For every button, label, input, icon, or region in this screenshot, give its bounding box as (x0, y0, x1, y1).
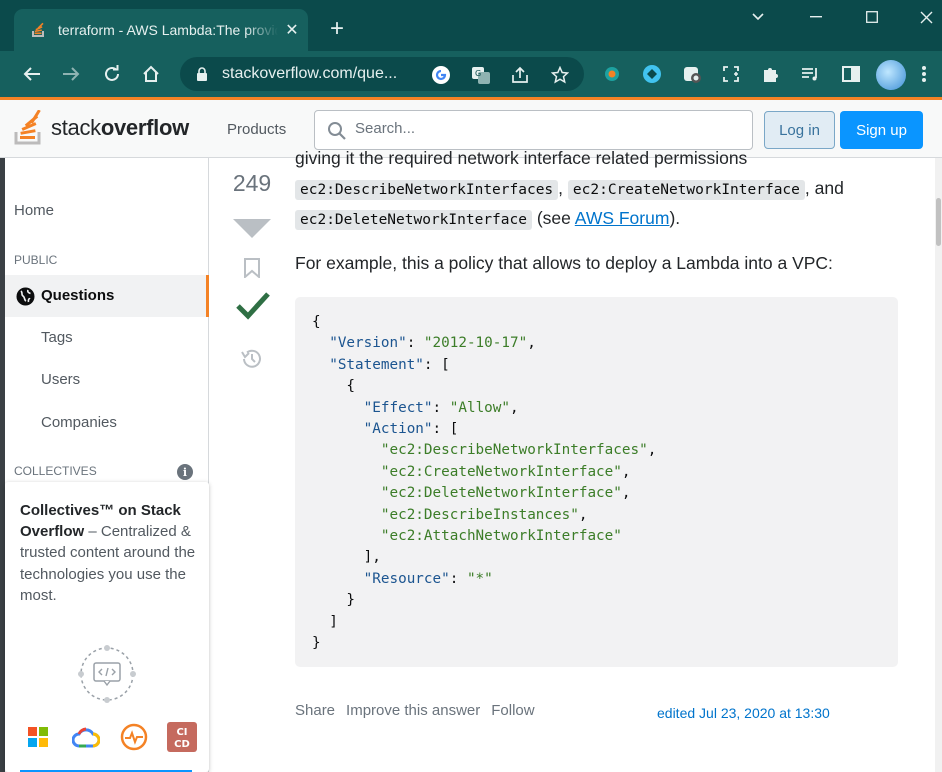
extension-diamond-icon[interactable] (642, 64, 662, 84)
answer-paragraph-example: For example, this a policy that allows t… (295, 253, 833, 273)
microsoft-logo-icon[interactable] (23, 722, 53, 752)
stackoverflow-logo-icon (14, 110, 41, 145)
bookmark-icon[interactable] (243, 258, 261, 283)
follow-link[interactable]: Follow (491, 702, 534, 719)
side-panel-icon[interactable] (841, 64, 861, 84)
inline-code: ec2:DeleteNetworkInterface (295, 210, 532, 230)
log-in-button[interactable]: Log in (764, 111, 835, 149)
forward-arrow-icon[interactable] (59, 62, 83, 86)
browser-tab-active[interactable]: terraform - AWS Lambda:The provided exec… (14, 9, 308, 51)
svg-text:CD: CD (174, 739, 190, 750)
search-box[interactable] (314, 110, 753, 150)
nav-questions-label: Questions (41, 287, 115, 304)
inline-code: ec2:DescribeNetworkInterfaces (295, 180, 559, 200)
stackoverflow-logo[interactable]: stackoverflow (13, 110, 189, 146)
aws-forum-link[interactable]: AWS Forum (575, 208, 670, 228)
vote-count: 249 (232, 170, 272, 196)
tab-title: terraform - AWS Lambda:The provided exec… (58, 22, 278, 38)
tab-search-dropdown-icon[interactable] (746, 5, 770, 29)
browser-menu-icon[interactable] (914, 64, 934, 84)
policy-code-block[interactable]: { "Version": "2012-10-17", "Statement": … (295, 297, 898, 667)
accepted-checkmark-icon (236, 290, 270, 325)
bookmark-star-icon[interactable] (550, 65, 570, 85)
edited-timestamp-link[interactable]: edited Jul 23, 2020 at 13:30 (657, 705, 830, 721)
reload-icon[interactable] (100, 62, 124, 86)
collectives-promo-text: Collectives™ on Stack Overflow – Central… (20, 502, 196, 604)
tab-close-icon[interactable]: ✕ (284, 20, 300, 40)
extension-incognito-icon[interactable] (682, 64, 702, 84)
answer-paragraph-permissions: ec2:DescribeNetworkInterfaces, ec2:Creat… (295, 174, 901, 234)
post-menu: Share Improve this answer Follow (295, 702, 535, 719)
inline-code: ec2:CreateNetworkInterface (567, 180, 805, 200)
google-cloud-logo-icon[interactable] (71, 722, 101, 752)
logo-wordmark: stackoverflow (51, 115, 189, 140)
minimize-window-icon[interactable] (804, 5, 828, 29)
stackoverflow-favicon-icon (30, 22, 46, 38)
browser-toolbar: stackoverflow.com/que... G (0, 51, 942, 97)
ci-cd-logo-icon[interactable]: CI CD (167, 722, 197, 752)
collective-pulse-logo-icon[interactable] (119, 722, 149, 752)
nav-section-public: PUBLIC (14, 253, 58, 267)
maximize-window-icon[interactable] (860, 5, 884, 29)
info-icon[interactable]: i (177, 464, 193, 480)
share-link[interactable]: Share (295, 702, 335, 719)
browser-title-bar: terraform - AWS Lambda:The provided exec… (0, 0, 942, 51)
collectives-logos: CI CD (23, 722, 197, 752)
search-input[interactable] (355, 120, 735, 137)
url-text[interactable]: stackoverflow.com/que... (222, 65, 397, 83)
nav-users[interactable]: Users (41, 371, 80, 388)
collectives-illustration-icon (77, 644, 137, 709)
nav-questions[interactable]: Questions (5, 275, 209, 317)
downvote-arrow-icon[interactable] (232, 218, 272, 243)
new-tab-button[interactable]: + (330, 17, 344, 41)
page-scrollbar[interactable] (935, 158, 942, 772)
history-icon[interactable] (240, 347, 264, 376)
back-arrow-icon[interactable] (20, 62, 44, 86)
address-bar[interactable]: stackoverflow.com/que... G (180, 57, 584, 91)
nav-companies[interactable]: Companies (41, 414, 117, 431)
products-link[interactable]: Products (227, 121, 286, 138)
scrollbar-thumb[interactable] (936, 198, 941, 246)
answer-clipped-line: giving it the required network interface… (295, 148, 748, 168)
translate-icon[interactable]: G (471, 65, 491, 85)
extension-color-icon[interactable] (602, 64, 622, 84)
nav-section-collectives: COLLECTIVES (14, 464, 97, 478)
close-window-icon[interactable] (914, 5, 938, 29)
nav-home[interactable]: Home (14, 202, 54, 219)
globe-icon (16, 287, 35, 311)
profile-avatar[interactable] (876, 60, 906, 90)
left-sidebar: Home PUBLIC Questions Tags Users Compani… (5, 158, 209, 772)
screenshot-crop-icon[interactable] (721, 64, 741, 84)
search-icon (327, 121, 347, 146)
svg-text:CI: CI (176, 727, 187, 738)
sign-up-button[interactable]: Sign up (840, 111, 923, 149)
nav-tags[interactable]: Tags (41, 329, 73, 346)
improve-answer-link[interactable]: Improve this answer (346, 702, 480, 719)
home-icon[interactable] (139, 62, 163, 86)
reading-list-icon[interactable] (800, 64, 820, 84)
lock-icon[interactable] (196, 67, 208, 86)
svg-text:G: G (475, 69, 481, 78)
policy-json-code: { "Version": "2012-10-17", "Statement": … (312, 314, 657, 652)
share-icon[interactable] (510, 65, 530, 85)
collectives-promo: Collectives™ on Stack Overflow – Central… (5, 482, 209, 772)
extensions-puzzle-icon[interactable] (761, 64, 781, 84)
google-lens-icon[interactable] (431, 65, 451, 85)
